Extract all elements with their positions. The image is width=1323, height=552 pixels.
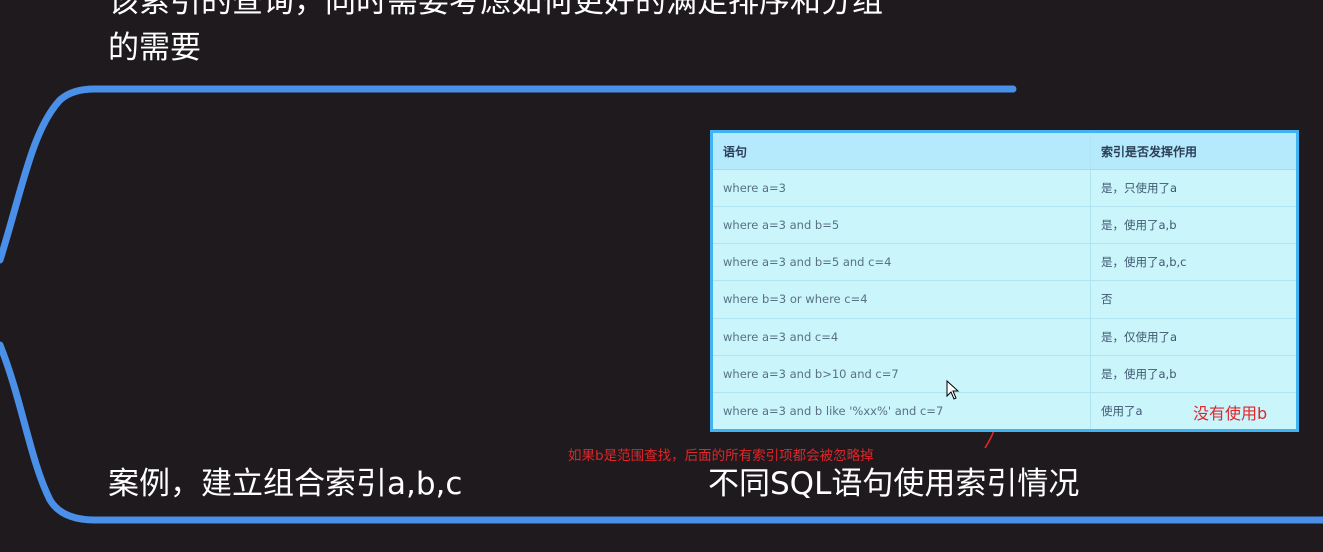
table-row: where a=3 and b>10 and c=7 是，使用了a,b — [711, 355, 1298, 393]
statement-cell: where a=3 and c=4 — [711, 318, 1091, 356]
column-header-statement: 语句 — [711, 131, 1091, 170]
statement-cell: where a=3 and b>10 and c=7 — [711, 355, 1091, 393]
heading-line-2: 的需要 — [108, 30, 201, 66]
column-header-index-effect: 索引是否发挥作用 — [1090, 131, 1298, 170]
index-effect-cell: 是，使用了a,b,c — [1090, 243, 1298, 282]
table-header-row: 语句 索引是否发挥作用 — [711, 131, 1298, 170]
table-row: where a=3 是，只使用了a — [711, 169, 1298, 208]
index-effect-cell: 是，使用了a,b — [1090, 206, 1298, 245]
mouse-pointer-icon — [946, 380, 960, 400]
statement-cell: where b=3 or where c=4 — [711, 280, 1091, 319]
heading-line-1: 该索引的查询，同时需要考虑如何更好的满足排序和分组 — [108, 0, 883, 20]
index-effect-cell: 是，只使用了a — [1090, 169, 1298, 208]
table-row: where a=3 and b=5 是，使用了a,b — [711, 206, 1298, 245]
caption-right: 不同SQL语句使用索引情况 — [708, 466, 1080, 502]
caption-left: 案例，建立组合索引a,b,c — [108, 466, 463, 502]
index-effect-cell: 是，使用了a,b — [1090, 355, 1298, 393]
statement-cell: where a=3 and b like '%xx%' and c=7 — [711, 392, 1091, 432]
index-usage-table: 语句 索引是否发挥作用 where a=3 是，只使用了a where a=3 … — [710, 130, 1299, 432]
index-effect-cell: 否 — [1090, 280, 1298, 319]
annotation-range-note: 如果b是范围查找，后面的所有索引项都会被忽略掉 — [568, 448, 874, 464]
annotation-b-not-used: 没有使用b — [1193, 404, 1268, 423]
statement-cell: where a=3 and b=5 and c=4 — [711, 243, 1091, 282]
table-row: where b=3 or where c=4 否 — [711, 280, 1298, 319]
statement-cell: where a=3 — [711, 169, 1091, 208]
statement-cell: where a=3 and b=5 — [711, 206, 1091, 245]
index-effect-cell: 是，仅使用了a — [1090, 318, 1298, 356]
table-row: where a=3 and c=4 是，仅使用了a — [711, 318, 1298, 356]
table-row: where a=3 and b=5 and c=4 是，使用了a,b,c — [711, 243, 1298, 282]
